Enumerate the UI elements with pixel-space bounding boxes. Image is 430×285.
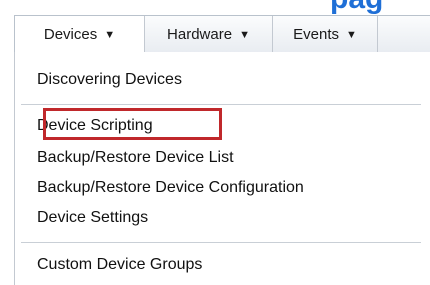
caret-down-icon: ▼ [104,28,116,41]
menu-item-discovering-devices[interactable]: Discovering Devices [37,70,182,90]
page-heading-fragment: pag [330,0,383,14]
page: pag Devices ▼ Hardware ▼ Events ▼ Discov… [0,0,430,285]
menu-tab-partial[interactable] [378,16,430,53]
caret-down-icon: ▼ [345,28,357,41]
menu-item-backup-restore-device-configuration[interactable]: Backup/Restore Device Configuration [37,178,304,198]
menu-tab-label: Devices [43,26,98,43]
devices-dropdown-menu: Discovering Devices Device Scripting Bac… [14,52,430,285]
menu-item-backup-restore-device-list[interactable]: Backup/Restore Device List [37,148,234,168]
menu-tab-label: Hardware [167,26,233,43]
menu-tab-hardware[interactable]: Hardware ▼ [145,16,273,53]
menu-tab-label: Events [293,26,339,43]
menu-item-custom-device-groups[interactable]: Custom Device Groups [37,255,202,275]
menu-separator [21,242,421,243]
menu-tab-devices[interactable]: Devices ▼ [14,16,145,54]
menu-tab-events[interactable]: Events ▼ [273,16,378,53]
menu-separator [21,104,421,105]
menu-bar: Devices ▼ Hardware ▼ Events ▼ [14,15,430,54]
menu-item-device-settings[interactable]: Device Settings [37,208,148,228]
menu-item-device-scripting[interactable]: Device Scripting [37,116,153,136]
caret-down-icon: ▼ [239,28,250,41]
